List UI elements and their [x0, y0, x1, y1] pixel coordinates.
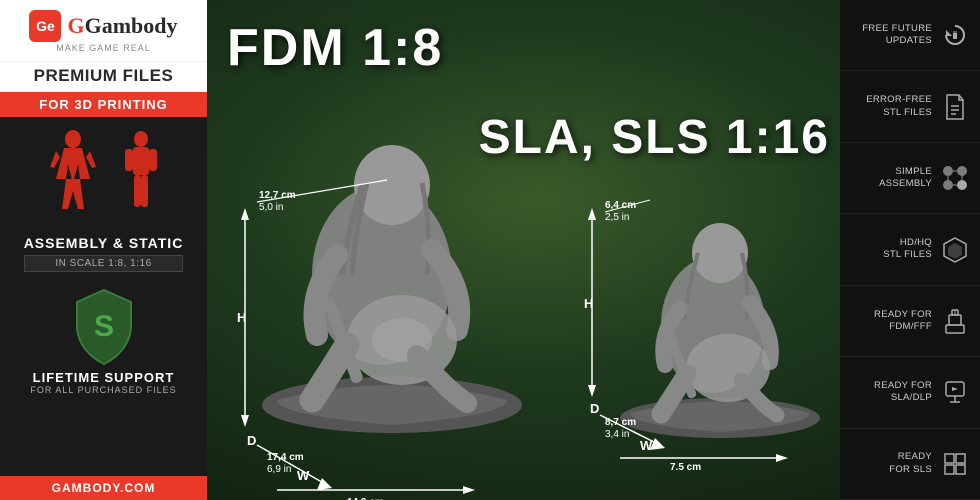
error-free-icon [940, 92, 970, 122]
svg-text:W: W [640, 438, 653, 453]
assembly-label: ASSEMBLY & STATIC [24, 235, 184, 251]
assembled-figurine-icon [46, 129, 101, 219]
svg-text:12,7 cm: 12,7 cm [259, 190, 296, 201]
svg-text:W: W [297, 468, 310, 483]
logo-area: Ge GGambody MAKE GAME REAL [0, 0, 207, 61]
feature-fdm-text: READY FOR FDM/FFF [874, 309, 932, 334]
feature-error-free-text: ERROR-FREE STL FILES [866, 94, 932, 119]
lifetime-support-text: LIFETIME SUPPORT [33, 370, 175, 385]
svg-text:6,9 in: 6,9 in [267, 464, 291, 475]
svg-text:17,4 cm: 17,4 cm [267, 452, 304, 463]
sls-icon [940, 449, 970, 479]
sla-icon [940, 377, 970, 407]
printing-badge: FOR 3D PRINTING [0, 92, 207, 117]
feature-simple-assembly-text: SIMPLE ASSEMBLY [879, 166, 932, 191]
feature-free-updates: FREE FUTURE UPDATES [840, 0, 980, 71]
feature-free-updates-text: FREE FUTURE UPDATES [862, 23, 932, 48]
sidebar: Ge GGambody MAKE GAME REAL PREMIUM FILES… [0, 0, 207, 500]
gambody-logo-icon: Ge [29, 10, 61, 42]
svg-text:8,7 cm: 8,7 cm [605, 417, 636, 428]
shield-icon: S [69, 286, 139, 366]
figurines-area [0, 117, 207, 231]
logo-row: Ge GGambody [29, 10, 177, 42]
logo-subtitle: MAKE GAME REAL [56, 43, 151, 53]
feature-sls: READY FOR SLS [840, 429, 980, 500]
feature-hd-hq: HD/HQ STL FILES [840, 214, 980, 285]
simple-assembly-icon [940, 163, 970, 193]
printing-badge-text: FOR 3D PRINTING [0, 97, 207, 112]
fdm-icon [940, 306, 970, 336]
hd-hq-icon [940, 234, 970, 264]
premium-label-text: PREMIUM FILES [0, 66, 207, 86]
free-updates-icon [940, 20, 970, 50]
svg-text:2,5 in: 2,5 in [605, 212, 629, 223]
scale-badge: IN SCALE 1:8, 1:16 [24, 255, 184, 272]
fdm-label: FDM 1:8 [227, 18, 443, 78]
feature-sls-text: READY FOR SLS [889, 451, 932, 476]
svg-text:6,4 cm: 6,4 cm [605, 200, 636, 211]
feature-sla: READY FOR SLA/DLP [840, 357, 980, 428]
purchased-files-text: FOR ALL PURCHASED FILES [30, 385, 176, 395]
svg-text:H: H [237, 310, 246, 325]
svg-text:D: D [590, 401, 599, 416]
feature-hd-hq-text: HD/HQ STL FILES [883, 237, 932, 262]
static-figurine-icon [121, 129, 161, 219]
feature-simple-assembly: SIMPLE ASSEMBLY [840, 143, 980, 214]
svg-text:3,4 in: 3,4 in [605, 429, 629, 440]
gambody-url[interactable]: GAMBODY.COM [0, 476, 207, 500]
feature-fdm: READY FOR FDM/FFF [840, 286, 980, 357]
premium-label-area: PREMIUM FILES [0, 61, 207, 92]
svg-text:S: S [93, 310, 113, 343]
right-panel: FREE FUTURE UPDATES ERROR-FREE STL FILES [840, 0, 980, 500]
svg-text:D: D [247, 433, 256, 448]
assembly-static-area: ASSEMBLY & STATIC IN SCALE 1:8, 1:16 [24, 231, 184, 276]
svg-text:H: H [584, 296, 593, 311]
large-model-dimensions: H 12,7 cm 5,0 in D 17,4 cm 6,9 in W 14,9… [217, 130, 557, 500]
svg-text:5,0 in: 5,0 in [259, 202, 283, 213]
logo-name: GGambody [67, 13, 177, 39]
small-model-dimensions: H 6,4 cm 2,5 in D 8,7 cm 3,4 in W 7,5 cm… [570, 160, 840, 470]
feature-sla-text: READY FOR SLA/DLP [874, 380, 932, 405]
main-content: FDM 1:8 SLA, SLS 1:16 [207, 0, 840, 500]
svg-text:7,5 cm: 7,5 cm [670, 462, 701, 470]
shield-area: S LIFETIME SUPPORT FOR ALL PURCHASED FIL… [0, 276, 207, 476]
feature-error-free: ERROR-FREE STL FILES [840, 71, 980, 142]
